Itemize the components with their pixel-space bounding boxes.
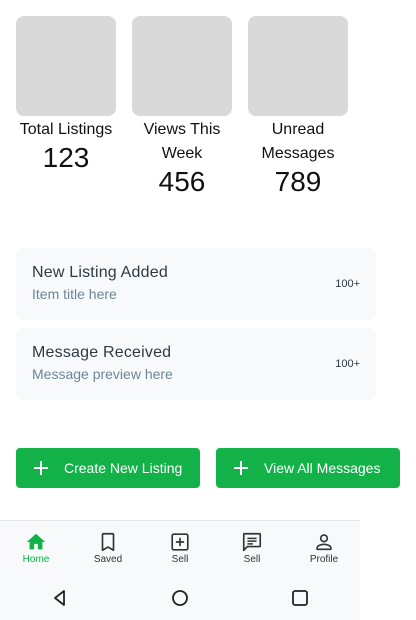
home-circle-icon[interactable] — [170, 588, 190, 608]
nav-label: Profile — [309, 554, 339, 565]
stat-value: 789 — [274, 166, 322, 197]
view-all-messages-button[interactable]: View All Messages — [216, 448, 400, 488]
activity-card-message-received[interactable]: Message Received Message preview here 10… — [16, 328, 376, 400]
activity-title: New Listing Added — [32, 264, 168, 281]
system-navigation-bar — [0, 576, 360, 620]
activity-count-badge: 100+ — [335, 278, 360, 290]
stat-value: 123 — [42, 142, 90, 173]
stat-total-listings: Total Listings 123 — [16, 16, 116, 198]
bottom-navigation: Home Saved Sell Sell Profile — [0, 520, 360, 577]
plus-icon — [234, 461, 248, 475]
stat-unread-messages: Unread Messages 789 — [248, 16, 348, 198]
activity-subtitle: Item title here — [32, 286, 117, 302]
activity-card-new-listing[interactable]: New Listing Added Item title here 100+ — [16, 248, 376, 320]
plus-icon — [34, 461, 48, 475]
activity-subtitle: Message preview here — [32, 366, 173, 382]
nav-item-saved[interactable]: Saved — [72, 521, 144, 577]
stat-label: Views This Week — [143, 121, 221, 162]
nav-item-profile[interactable]: Profile — [288, 521, 360, 577]
nav-label: Sell — [243, 554, 261, 565]
nav-label: Sell — [171, 554, 189, 565]
home-icon — [26, 533, 46, 550]
stat-label: Unread Messages — [261, 121, 335, 162]
back-icon[interactable] — [50, 588, 70, 608]
person-icon — [316, 534, 332, 551]
add-box-icon — [171, 533, 189, 551]
stat-image-placeholder — [132, 16, 232, 116]
message-icon — [242, 532, 262, 552]
stats-row: Total Listings 123 Views This Week 456 U… — [16, 16, 348, 198]
stat-image-placeholder — [248, 16, 348, 116]
create-new-listing-button[interactable]: Create New Listing — [16, 448, 200, 488]
stat-label: Total Listings — [19, 121, 113, 138]
view-all-messages-label: View All Messages — [264, 460, 381, 476]
stat-views-this-week: Views This Week 456 — [132, 16, 232, 198]
activity-count-badge: 100+ — [335, 358, 360, 370]
create-new-listing-label: Create New Listing — [64, 460, 183, 476]
nav-label: Saved — [93, 554, 123, 565]
recents-icon[interactable] — [290, 588, 310, 608]
activity-title: Message Received — [32, 344, 172, 361]
stat-value: 456 — [158, 166, 206, 197]
bookmark-icon — [101, 532, 115, 552]
nav-item-messages[interactable]: Sell — [216, 521, 288, 577]
stat-image-placeholder — [16, 16, 116, 116]
nav-item-sell[interactable]: Sell — [144, 521, 216, 577]
nav-label: Home — [22, 554, 50, 565]
nav-item-home[interactable]: Home — [0, 521, 72, 577]
